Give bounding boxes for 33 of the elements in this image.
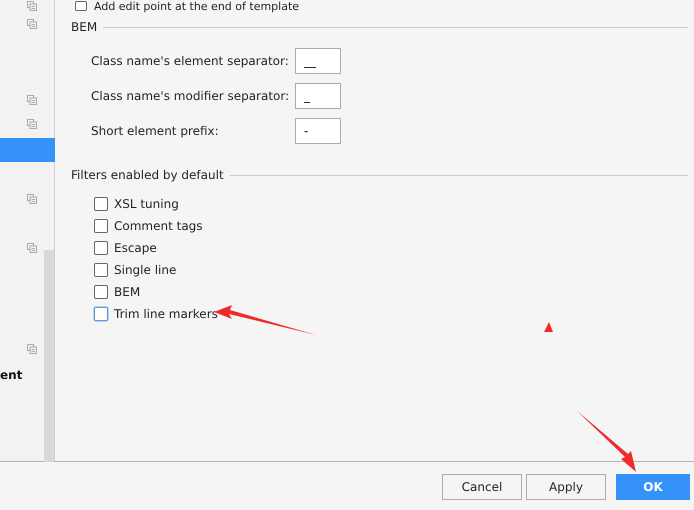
copy-icon[interactable] — [27, 95, 37, 105]
checkbox[interactable] — [94, 285, 108, 299]
arrow-annotation — [544, 322, 553, 332]
dialog-button[interactable]: Cancel — [442, 474, 522, 500]
checkbox-label: Comment tags — [114, 219, 203, 233]
checkbox[interactable] — [94, 263, 108, 277]
text-field[interactable]: - — [295, 118, 341, 144]
copy-icon[interactable] — [27, 344, 37, 354]
section-title: Filters enabled by default — [71, 168, 224, 182]
checkbox-label: Escape — [114, 241, 157, 255]
field-label: Short element prefix: — [91, 124, 220, 138]
sidebar-item[interactable]: ent — [0, 368, 22, 382]
checkbox[interactable] — [94, 241, 108, 255]
checkbox-label: BEM — [114, 285, 140, 299]
checkbox-label: Add edit point at the end of template — [94, 0, 300, 12]
checkbox-label: Trim line markers — [114, 307, 218, 321]
copy-icon[interactable] — [27, 19, 37, 29]
checkbox-label: XSL tuning — [114, 197, 179, 211]
copy-icon[interactable] — [27, 119, 37, 129]
checkbox[interactable] — [94, 219, 108, 233]
checkbox[interactable] — [75, 1, 87, 11]
checkbox[interactable] — [94, 197, 108, 211]
copy-icon[interactable] — [27, 1, 37, 11]
dialog-button[interactable]: Apply — [526, 474, 606, 500]
section-title: BEM — [71, 20, 98, 34]
text-field[interactable]: _ — [295, 83, 341, 109]
field-label: Class name's element separator: — [91, 54, 290, 68]
checkbox-label: Single line — [114, 263, 176, 277]
copy-icon[interactable] — [27, 194, 37, 204]
copy-icon[interactable] — [27, 243, 37, 253]
scrollbar[interactable] — [44, 250, 54, 462]
field-label: Class name's modifier separator: — [91, 89, 290, 103]
text-field[interactable]: __ — [295, 48, 341, 74]
